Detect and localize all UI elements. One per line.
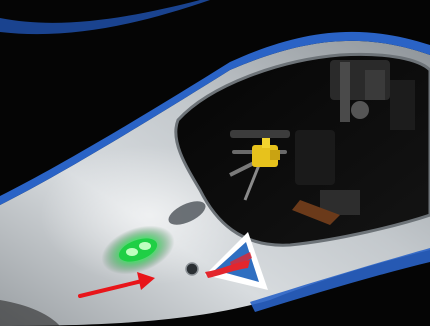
device-photo-canvas: [0, 0, 430, 326]
device-photo: [0, 0, 430, 326]
recessed-button: [185, 262, 199, 276]
